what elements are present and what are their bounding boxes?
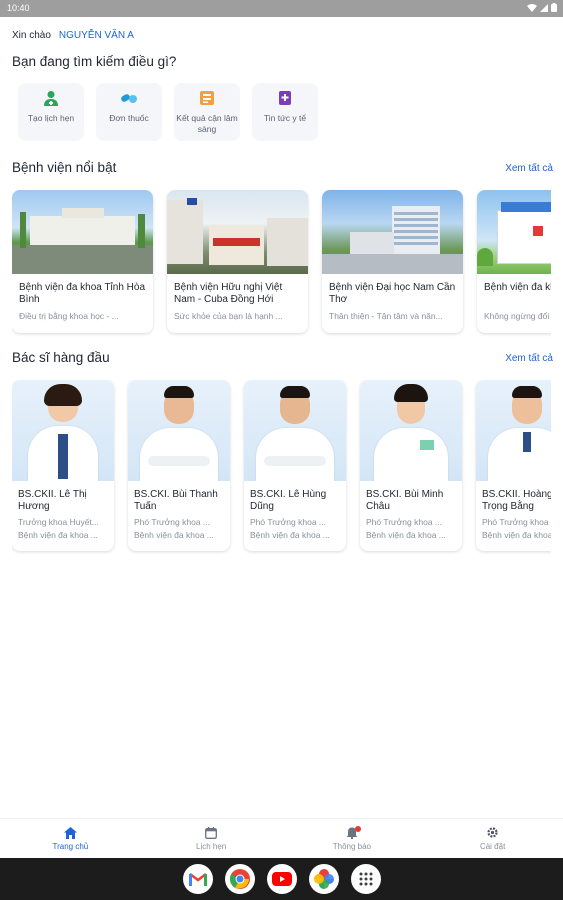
pill-icon	[120, 89, 138, 107]
doctor-hospital: Bệnh viện đa khoa ...	[482, 530, 551, 540]
service-medical-news[interactable]: Tin tức y tế	[252, 83, 318, 141]
hospital-card[interactable]: Bệnh viện Đại học Nam Cần Thơ Thân thiện…	[322, 190, 463, 333]
doctor-list[interactable]: BS.CKII. Lê Thị Hương Trưởng khoa Huyết.…	[12, 380, 551, 558]
doctor-name: BS.CKII. Lê Thị Hương	[18, 489, 87, 512]
service-label: Đơn thuốc	[109, 113, 149, 123]
service-label: Tin tức y tế	[263, 113, 307, 123]
service-label: Kết quả cận lâm sàng	[176, 113, 238, 134]
hospital-name: Bệnh viện Hữu nghị Việt Nam - Cuba Đồng …	[174, 282, 283, 305]
doctor-card[interactable]: BS.CKI. Bùi Minh Châu Phó Trưởng khoa ..…	[360, 380, 462, 551]
hospital-image	[12, 190, 153, 274]
hospital-desc: Không ngừng đổi mới...	[484, 311, 551, 321]
doctor-name: BS.CKI. Lê Hùng Dũng	[250, 489, 327, 512]
greeting-prefix: Xin chào	[12, 30, 51, 41]
doctor-hospital: Bệnh viện đa khoa ...	[18, 530, 98, 540]
battery-icon	[551, 3, 557, 12]
calendar-icon	[205, 826, 218, 839]
doctor-name: BS.CKII. Hoàng Trọng Bằng	[482, 489, 551, 512]
service-prescription[interactable]: Đơn thuốc	[96, 83, 162, 141]
app-drawer-icon[interactable]	[350, 864, 381, 894]
lab-result-icon	[198, 89, 216, 107]
youtube-icon[interactable]	[266, 864, 297, 894]
doctor-name: BS.CKI. Bùi Thanh Tuấn	[134, 489, 218, 512]
doctor-role: Phó Trưởng khoa ...	[250, 517, 326, 527]
nav-home[interactable]: Trang chủ	[0, 819, 141, 858]
doctor-hospital: Bệnh viện đa khoa ...	[366, 530, 446, 540]
doctor-card[interactable]: BS.CKI. Lê Hùng Dũng Phó Trưởng khoa ...…	[244, 380, 346, 551]
bottom-nav: Trang chủ Lịch hẹn Thông báo Cài đặt	[0, 818, 563, 858]
hospital-desc: Sức khỏe của bạn là hạnh ...	[174, 311, 283, 321]
doctor-photo	[128, 380, 230, 481]
hospital-card[interactable]: Bệnh viện đa khoa Tân Không ngừng đổi mớ…	[477, 190, 551, 333]
service-appointment[interactable]: Tạo lịch hẹn	[18, 83, 84, 141]
hospital-desc: Thân thiện - Tận tâm và năn...	[329, 311, 443, 321]
nav-notifications[interactable]: Thông báo	[282, 819, 423, 858]
status-bar: 10:40	[0, 0, 563, 17]
gmail-icon[interactable]	[182, 864, 213, 894]
photos-icon[interactable]	[308, 864, 339, 894]
wifi-icon	[527, 3, 537, 12]
hospital-card[interactable]: Bệnh viện Hữu nghị Việt Nam - Cuba Đồng …	[167, 190, 308, 333]
nav-settings[interactable]: Cài đặt	[422, 819, 563, 858]
doctor-card[interactable]: BS.CKI. Bùi Thanh Tuấn Phó Trưởng khoa .…	[128, 380, 230, 551]
doctor-role: Phó Trưởng khoa ...	[134, 517, 210, 527]
medical-news-icon	[276, 89, 294, 107]
status-time: 10:40	[7, 3, 30, 13]
home-icon	[63, 826, 77, 839]
chrome-icon[interactable]	[224, 864, 255, 894]
doctor-photo	[12, 380, 114, 481]
doctors-see-all-link[interactable]: Xem tất cả	[505, 353, 553, 364]
hospital-list[interactable]: Bệnh viện đa khoa Tỉnh Hòa Bình Điều trị…	[12, 190, 551, 340]
doctor-hospital: Bệnh viện đa khoa ...	[250, 530, 330, 540]
nav-appointments[interactable]: Lịch hẹn	[141, 819, 282, 858]
nav-label: Trang chủ	[52, 841, 89, 851]
doctors-title: Bác sĩ hàng đầu	[12, 350, 110, 365]
hospitals-title: Bệnh viện nổi bật	[12, 160, 117, 175]
quick-services: Tạo lịch hẹn Đơn thuốc Kết quả cận lâm s…	[18, 83, 318, 141]
greeting: Xin chào NGUYỄN VĂN A	[12, 30, 134, 41]
doctor-hospital: Bệnh viện đa khoa ...	[134, 530, 214, 540]
signal-icon	[540, 3, 548, 12]
nav-label: Lịch hẹn	[196, 841, 227, 851]
doctor-photo	[360, 380, 462, 481]
hospital-name: Bệnh viện Đại học Nam Cần Thơ	[329, 282, 456, 305]
hospital-name: Bệnh viện đa khoa Tỉnh Hòa Bình	[19, 282, 146, 305]
doctor-role: Phó Trưởng khoa ...	[366, 517, 442, 527]
service-lab-results[interactable]: Kết quả cận lâm sàng	[174, 83, 240, 141]
nav-label: Thông báo	[332, 841, 371, 851]
status-icons	[527, 3, 557, 12]
notification-badge	[354, 826, 361, 832]
doctor-photo	[244, 380, 346, 481]
user-name[interactable]: NGUYỄN VĂN A	[59, 30, 134, 41]
hospital-image	[167, 190, 308, 274]
search-question: Bạn đang tìm kiếm điều gì?	[12, 54, 177, 69]
hospital-image	[322, 190, 463, 274]
hospital-desc: Điều trị bằng khoa học - ...	[19, 311, 119, 321]
hospital-name: Bệnh viện đa khoa Tân	[484, 282, 551, 293]
doctor-card[interactable]: BS.CKII. Lê Thị Hương Trưởng khoa Huyết.…	[12, 380, 114, 551]
doctor-role: Phó Trưởng khoa ...	[482, 517, 551, 527]
doctor-photo	[476, 380, 551, 481]
doctor-appointment-icon	[42, 89, 60, 107]
gear-icon	[487, 827, 498, 838]
doctor-role: Trưởng khoa Huyết...	[18, 517, 99, 527]
hospital-card[interactable]: Bệnh viện đa khoa Tỉnh Hòa Bình Điều trị…	[12, 190, 153, 333]
service-label: Tạo lịch hẹn	[27, 113, 75, 123]
nav-label: Cài đặt	[479, 842, 506, 851]
hospital-image	[477, 190, 551, 274]
doctor-card[interactable]: BS.CKII. Hoàng Trọng Bằng Phó Trưởng kho…	[476, 380, 551, 551]
doctor-name: BS.CKI. Bùi Minh Châu	[366, 489, 444, 512]
hospitals-see-all-link[interactable]: Xem tất cả	[505, 163, 553, 174]
system-dock	[0, 858, 563, 900]
